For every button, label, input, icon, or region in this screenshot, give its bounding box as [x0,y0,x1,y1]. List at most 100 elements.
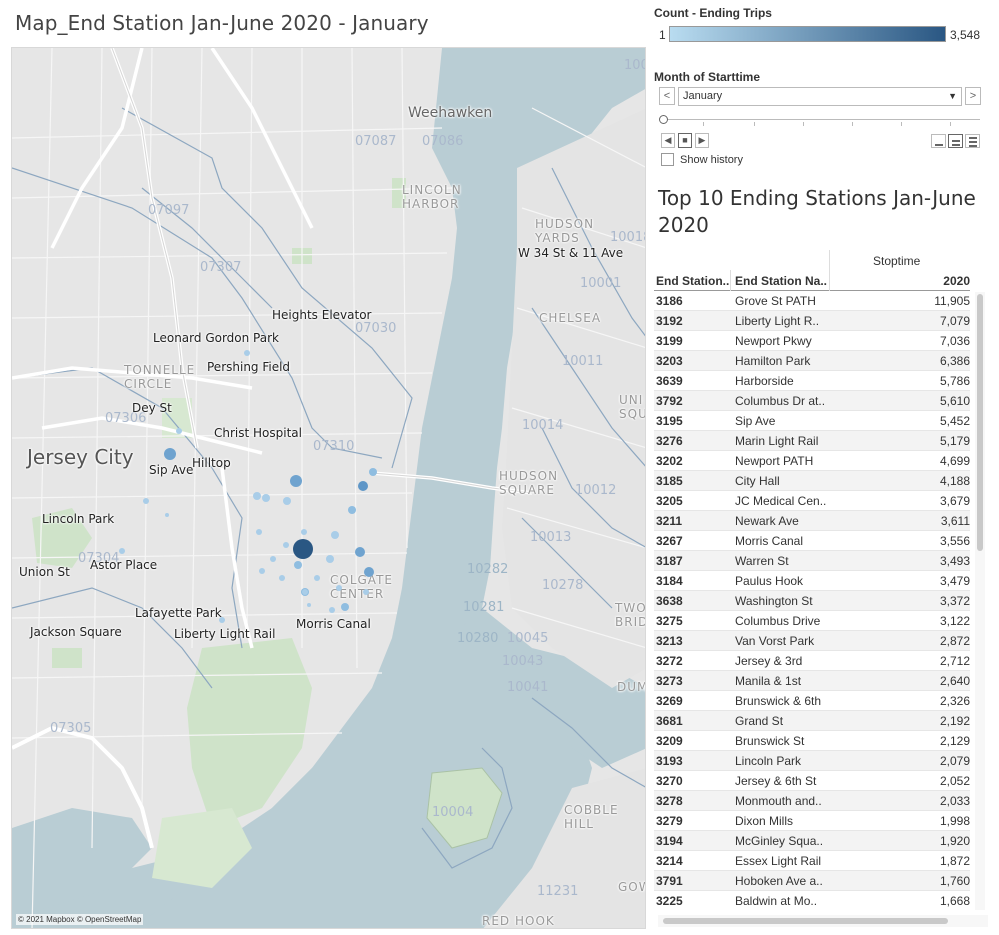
legend-max: 3,548 [950,28,981,42]
station-dot [301,529,307,535]
station-name-cell: Brunswick St [735,734,805,748]
table-row[interactable]: 3187 Warren St 3,493 [654,551,970,571]
table-title: Top 10 Ending Stations Jan-June 2020 [658,186,976,237]
table-row[interactable]: 3639 Harborside 5,786 [654,371,970,391]
station-id-cell: 3267 [656,534,683,548]
month-dropdown[interactable]: January ▼ [678,87,962,106]
month-slider-track[interactable] [664,119,980,120]
table-row[interactable]: 3202 Newport PATH 4,699 [654,451,970,471]
stop-button[interactable]: ■ [678,133,692,148]
table-row[interactable]: 3199 Newport Pkwy 7,036 [654,331,970,351]
station-dot [244,350,250,356]
trip-count-cell: 2,033 [939,794,970,808]
table-row[interactable]: 3276 Marin Light Rail 5,179 [654,431,970,451]
trip-count-cell: 2,052 [939,774,970,788]
station-dot [143,498,149,504]
legend-title: Count - Ending Trips [654,6,772,20]
station-id-cell: 3192 [656,314,683,328]
station-name-cell: Morris Canal [735,534,804,548]
filter-title: Month of Starttime [654,70,760,84]
slider-tick [901,122,902,126]
station-name-cell: Grove St PATH [735,294,816,308]
trip-count-cell: 3,679 [939,494,970,508]
station-id-cell: 3276 [656,434,683,448]
station-name-cell: JC Medical Cen.. [735,494,827,508]
stop-icon: ■ [682,135,688,145]
step-forward-button[interactable]: ▶ [695,133,709,148]
trip-count-cell: 3,122 [939,614,970,628]
table-row[interactable]: 3267 Morris Canal 3,556 [654,531,970,551]
speed-medium-icon [952,140,960,142]
scrollbar-thumb[interactable] [977,294,983,551]
station-name-cell: Grand St [735,714,784,728]
month-slider-handle[interactable] [659,115,668,124]
table-row[interactable]: 3194 McGinley Squa.. 1,920 [654,831,970,851]
table-row[interactable]: 3792 Columbus Dr at.. 5,610 [654,391,970,411]
table-row[interactable]: 3279 Dixon Mills 1,998 [654,811,970,831]
month-dropdown-value: January [683,90,723,102]
table-row[interactable]: 3195 Sip Ave 5,452 [654,411,970,431]
table-row[interactable]: 3185 City Hall 4,188 [654,471,970,491]
station-id-cell: 3184 [656,574,683,588]
station-dot [336,585,342,591]
station-name-cell: Jersey & 6th St [735,774,817,788]
station-name-cell: Hamilton Park [735,354,811,368]
table-row[interactable]: 3272 Jersey & 3rd 2,712 [654,651,970,671]
trip-count-cell: 3,493 [939,554,970,568]
speed-slow-button[interactable] [931,134,946,148]
station-dot [326,555,334,563]
station-id-cell: 3681 [656,714,683,728]
step-back-icon: ◀ [664,135,672,145]
speed-fast-button[interactable] [965,134,980,148]
dashboard-title: Map_End Station Jan-June 2020 - January [15,11,429,35]
table-row[interactable]: 3186 Grove St PATH 11,905 [654,291,970,311]
station-id-cell: 3187 [656,554,683,568]
show-history-checkbox[interactable] [661,153,674,166]
table-row[interactable]: 3273 Manila & 1st 2,640 [654,671,970,691]
table-row[interactable]: 3275 Columbus Drive 3,122 [654,611,970,631]
table-horizontal-scrollbar[interactable] [658,915,988,927]
station-dot [331,531,339,539]
table-row[interactable]: 3209 Brunswick St 2,129 [654,731,970,751]
trip-count-cell: 2,079 [939,754,970,768]
trip-count-cell: 1,920 [939,834,970,848]
table-row[interactable]: 3225 Baldwin at Mo.. 1,668 [654,891,970,910]
station-map[interactable]: 07087 07086 07097 07307 07030 07306 0731… [11,47,646,929]
table-row[interactable]: 3638 Washington St 3,372 [654,591,970,611]
trip-count-cell: 6,386 [939,354,970,368]
column-header-station-name[interactable]: End Station Na.. [735,274,827,288]
scrollbar-thumb[interactable] [663,918,948,924]
station-name-cell: Marin Light Rail [735,434,819,448]
step-back-button[interactable]: ◀ [661,133,675,148]
table-vertical-scrollbar[interactable] [975,292,985,910]
table-row[interactable]: 3205 JC Medical Cen.. 3,679 [654,491,970,511]
table-row[interactable]: 3184 Paulus Hook 3,479 [654,571,970,591]
previous-month-button[interactable]: < [659,87,675,105]
table-row[interactable]: 3192 Liberty Light R.. 7,079 [654,311,970,331]
column-group-label: Stoptime [873,254,921,268]
station-id-cell: 3202 [656,454,683,468]
table-row[interactable]: 3278 Monmouth and.. 2,033 [654,791,970,811]
trip-count-cell: 2,129 [939,734,970,748]
table-row[interactable]: 3270 Jersey & 6th St 2,052 [654,771,970,791]
table-row[interactable]: 3211 Newark Ave 3,611 [654,511,970,531]
column-header-station-id[interactable]: End Station.. [656,274,729,288]
table-row[interactable]: 3269 Brunswick & 6th 2,326 [654,691,970,711]
station-name-cell: Manila & 1st [735,674,802,688]
table-row[interactable]: 3214 Essex Light Rail 1,872 [654,851,970,871]
table-header-row: End Station.. End Station Na.. 2020 [654,270,970,291]
table-row[interactable]: 3193 Lincoln Park 2,079 [654,751,970,771]
station-dot [219,617,225,623]
table-row[interactable]: 3213 Van Vorst Park 2,872 [654,631,970,651]
table-row[interactable]: 3203 Hamilton Park 6,386 [654,351,970,371]
dashboard: Map_End Station Jan-June 2020 - January [0,0,999,935]
next-month-button[interactable]: > [965,87,981,105]
slider-tick [703,122,704,126]
trip-count-cell: 7,079 [939,314,970,328]
trip-count-cell: 3,372 [939,594,970,608]
table-row[interactable]: 3681 Grand St 2,192 [654,711,970,731]
speed-medium-button[interactable] [948,134,963,148]
column-header-year[interactable]: 2020 [943,274,970,288]
table-row[interactable]: 3791 Hoboken Ave a.. 1,760 [654,871,970,891]
station-name-cell: Dixon Mills [735,814,794,828]
